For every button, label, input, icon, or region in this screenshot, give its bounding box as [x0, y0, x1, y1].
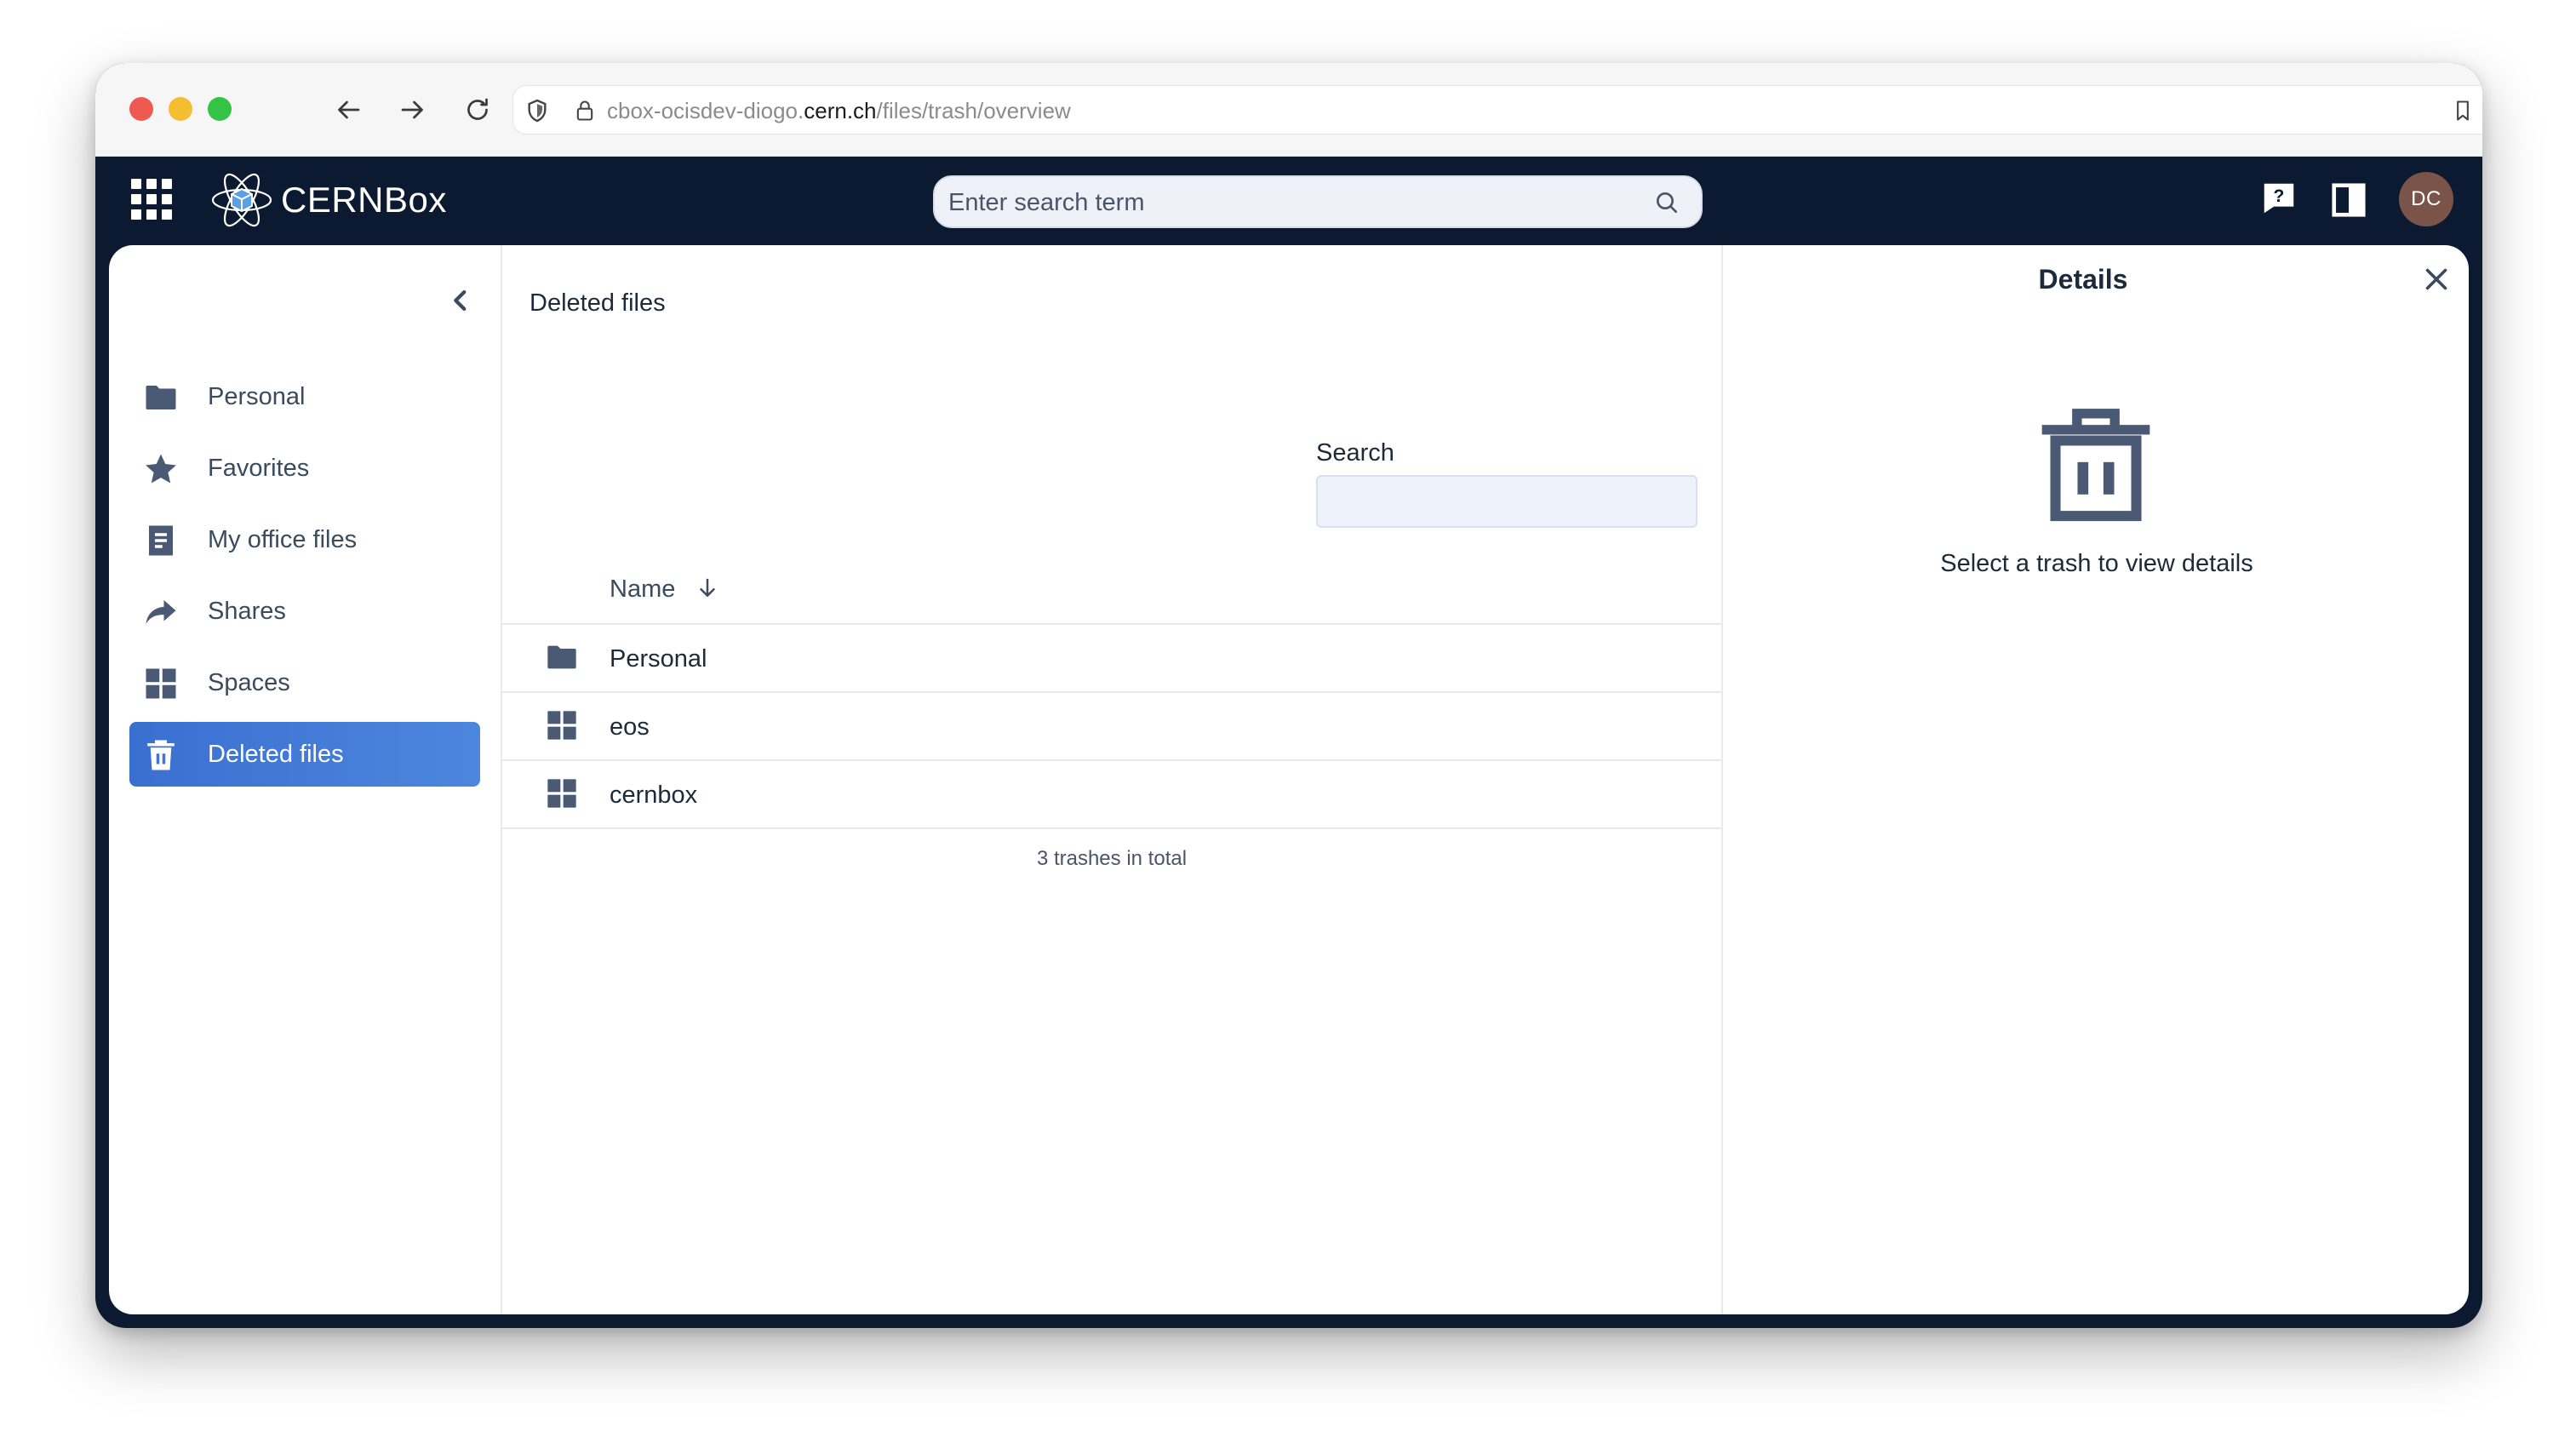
global-search-input[interactable] — [947, 182, 1645, 223]
sidebar-item-shares[interactable]: Shares — [129, 579, 480, 644]
table-row[interactable]: cernbox — [502, 761, 1721, 829]
row-name[interactable]: eos — [610, 712, 650, 742]
lock-icon — [576, 100, 593, 121]
url-text[interactable]: cbox-ocisdev-diogo.cern.ch/files/trash/o… — [607, 96, 1071, 125]
total-count: 3 trashes in total — [1036, 847, 1188, 870]
app-header: CERNBox ? DC — [95, 157, 2482, 245]
document-icon — [149, 525, 173, 556]
app-switcher-icon[interactable] — [129, 177, 174, 221]
grid-icon — [146, 668, 176, 699]
row-name[interactable]: cernbox — [610, 780, 697, 810]
grid-icon — [547, 711, 576, 740]
sidebar-item-label: My office files — [208, 526, 358, 553]
forward-button[interactable] — [393, 90, 432, 129]
close-icon[interactable] — [2421, 264, 2452, 295]
sidebar-item-label: Favorites — [208, 455, 310, 482]
sidebar: Personal Favorites My office files Share… — [109, 245, 502, 1314]
sidebar-item-office-files[interactable]: My office files — [129, 507, 480, 572]
browser-toolbar: cbox-ocisdev-diogo.cern.ch/files/trash/o… — [95, 63, 2482, 157]
filter-search-input[interactable] — [1316, 475, 1697, 528]
table-row[interactable]: eos — [502, 693, 1721, 761]
sidebar-item-label: Personal — [208, 383, 306, 410]
svg-text:?: ? — [2274, 186, 2285, 206]
maximize-window-button[interactable] — [208, 97, 232, 121]
row-name[interactable]: Personal — [610, 644, 707, 674]
back-button[interactable] — [329, 90, 368, 129]
breadcrumb[interactable]: Deleted files — [530, 288, 666, 318]
details-empty-hint: Select a trash to view details — [1940, 550, 2253, 577]
share-arrow-icon — [146, 600, 176, 624]
arrow-left-icon — [338, 100, 360, 119]
browser-window: cbox-ocisdev-diogo.cern.ch/files/trash/o… — [95, 63, 2482, 1328]
content-area: Personal Favorites My office files Share… — [109, 245, 2469, 1314]
sidebar-item-label: Deleted files — [208, 741, 344, 768]
details-panel: Details Select a trash to view details — [1721, 245, 2469, 1314]
sidebar-item-favorites[interactable]: Favorites — [129, 436, 480, 501]
close-window-button[interactable] — [129, 97, 153, 121]
folder-icon — [547, 645, 576, 669]
column-header-name[interactable]: Name — [610, 574, 675, 604]
brand-name: CERNBox — [281, 180, 447, 220]
sort-arrow-down-icon[interactable] — [695, 575, 720, 601]
address-bar[interactable]: cbox-ocisdev-diogo.cern.ch/files/trash/o… — [512, 85, 2482, 135]
table-header: Name — [502, 557, 1721, 625]
sidebar-item-spaces[interactable]: Spaces — [129, 650, 480, 715]
chevron-left-icon[interactable] — [446, 286, 475, 315]
table-row[interactable]: Personal — [502, 625, 1721, 693]
sidebar-toggle-icon[interactable] — [2329, 180, 2368, 220]
sidebar-item-label: Spaces — [208, 669, 290, 696]
arrow-right-icon — [401, 100, 423, 119]
star-icon — [146, 454, 176, 484]
search-icon[interactable] — [1653, 189, 1680, 216]
details-title: Details — [2038, 264, 2128, 295]
grid-icon — [547, 779, 576, 808]
minimize-window-button[interactable] — [169, 97, 192, 121]
filter-search-label: Search — [1316, 439, 1394, 467]
help-icon[interactable]: ? — [2259, 179, 2298, 218]
shield-icon[interactable] — [524, 96, 551, 125]
bookmark-icon[interactable] — [2451, 96, 2475, 125]
user-avatar[interactable]: DC — [2399, 172, 2453, 226]
trash-icon — [147, 740, 175, 770]
main-panel: Deleted files Search Name Personal eos c… — [502, 245, 1721, 1314]
sidebar-item-personal[interactable]: Personal — [129, 364, 480, 429]
cernbox-logo-icon[interactable] — [209, 167, 274, 233]
reload-icon — [467, 98, 488, 120]
folder-icon — [146, 386, 176, 409]
sidebar-item-label: Shares — [208, 598, 286, 625]
reload-button[interactable] — [458, 90, 497, 129]
global-search[interactable] — [933, 175, 1703, 228]
trash-icon — [2041, 409, 2150, 522]
sidebar-item-deleted-files[interactable]: Deleted files — [129, 722, 480, 787]
